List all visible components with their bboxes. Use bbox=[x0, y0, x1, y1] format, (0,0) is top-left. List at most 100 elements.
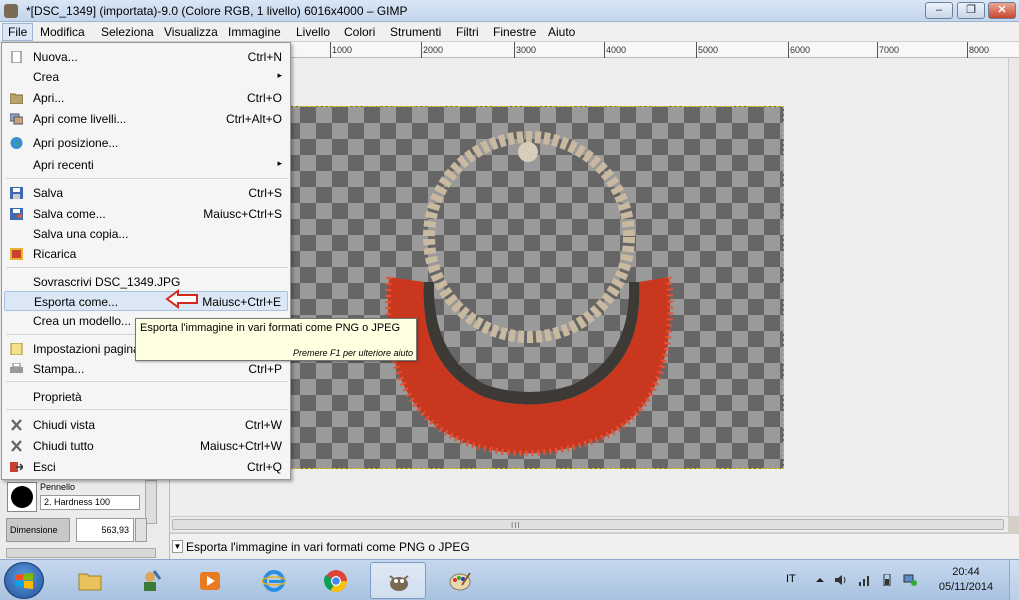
submenu-arrow-icon: ▸ bbox=[277, 70, 282, 80]
taskbar-gimp-button[interactable] bbox=[370, 562, 426, 599]
hscroll-thumb[interactable]: III bbox=[172, 519, 1004, 530]
ruler-tick: 8000 bbox=[966, 42, 990, 58]
vertical-scrollbar[interactable] bbox=[1008, 58, 1019, 516]
menu-item-crea[interactable]: Crea ▸ bbox=[4, 67, 288, 87]
menu-visualizza[interactable]: Visualizza bbox=[164, 25, 218, 39]
taskbar-ie-button[interactable] bbox=[246, 562, 302, 599]
menu-livello[interactable]: Livello bbox=[296, 25, 330, 39]
file-menu-dropdown: Nuova... Ctrl+N Crea ▸ Apri... Ctrl+O Apri … bbox=[1, 42, 291, 480]
taskbar-app2-button[interactable] bbox=[122, 562, 178, 599]
revert-icon bbox=[10, 248, 23, 260]
menu-item-salva-come[interactable]: Salva come... Maiusc+Ctrl+S bbox=[4, 204, 288, 224]
user-tool-icon bbox=[144, 570, 162, 591]
status-dropdown-icon[interactable]: ▼ bbox=[172, 540, 183, 553]
dock-next-slider[interactable] bbox=[6, 548, 156, 558]
page-setup-icon bbox=[10, 343, 23, 355]
tooltip-text: Esporta l'immagine in vari formati come … bbox=[140, 322, 401, 334]
menu-item-apri-come-livelli[interactable]: Apri come livelli... Ctrl+Alt+O bbox=[4, 109, 288, 129]
menu-filtri[interactable]: Filtri bbox=[456, 25, 479, 39]
menu-bar: File Modifica Seleziona Visualizza Immag… bbox=[0, 22, 1019, 42]
brush-name-field[interactable]: 2. Hardness 100 bbox=[40, 495, 140, 510]
menu-item-proprieta[interactable]: Proprietà bbox=[4, 387, 288, 407]
horizontal-scrollbar[interactable]: III bbox=[170, 516, 1008, 532]
menu-item-salva[interactable]: Salva Ctrl+S bbox=[4, 183, 288, 203]
tooltip: Esporta l'immagine in vari formati come … bbox=[135, 318, 417, 361]
menu-separator bbox=[6, 178, 288, 179]
chrome-icon bbox=[324, 570, 347, 592]
windows-logo-icon bbox=[16, 573, 33, 589]
menu-item-salva-copia[interactable]: Salva una copia... bbox=[4, 224, 288, 244]
close-x-icon bbox=[11, 419, 22, 431]
ruler-tick: 7000 bbox=[876, 42, 900, 58]
maximize-button[interactable]: ❐ bbox=[957, 2, 985, 19]
taskbar-explorer-button[interactable] bbox=[62, 562, 118, 599]
menu-item-stampa[interactable]: Stampa... Ctrl+P bbox=[4, 359, 288, 379]
open-folder-icon bbox=[10, 93, 23, 104]
menu-item-sovrascrivi[interactable]: Sovrascrivi DSC_1349.JPG bbox=[4, 272, 288, 292]
quit-icon bbox=[10, 462, 23, 472]
menu-item-apri[interactable]: Apri... Ctrl+O bbox=[4, 88, 288, 108]
menu-separator bbox=[6, 409, 288, 410]
minimize-button[interactable]: – bbox=[925, 2, 953, 19]
gimp-app-icon bbox=[4, 4, 18, 18]
taskbar-media-button[interactable] bbox=[182, 562, 238, 599]
new-file-icon bbox=[11, 51, 22, 63]
menu-item-esporta-come[interactable]: Esporta come... Maiusc+Ctrl+E bbox=[4, 291, 288, 311]
menu-separator bbox=[6, 381, 288, 382]
status-bar: ▼ Esporta l'immagine in vari formati com… bbox=[170, 533, 1019, 559]
horizontal-ruler: 1000 2000 3000 4000 5000 6000 7000 8000 bbox=[170, 42, 1019, 58]
clock-time: 20:44 bbox=[952, 566, 980, 578]
taskbar-chrome-button[interactable] bbox=[308, 562, 364, 599]
menu-separator bbox=[6, 267, 288, 268]
menu-item-esci[interactable]: Esci Ctrl+Q bbox=[4, 457, 288, 477]
save-icon bbox=[10, 187, 23, 199]
submenu-arrow-icon: ▸ bbox=[277, 158, 282, 168]
taskbar-paint-button[interactable] bbox=[432, 562, 488, 599]
gimp-icon bbox=[389, 575, 409, 591]
window-title: *[DSC_1349] (importata)-9.0 (Colore RGB,… bbox=[26, 4, 408, 18]
close-button[interactable]: ✕ bbox=[988, 2, 1016, 19]
print-icon bbox=[10, 363, 23, 373]
layers-icon bbox=[10, 113, 23, 125]
ruler-tick: 5000 bbox=[695, 42, 719, 58]
language-indicator[interactable]: IT bbox=[786, 573, 796, 585]
start-button[interactable] bbox=[4, 562, 44, 599]
menu-seleziona[interactable]: Seleziona bbox=[101, 25, 154, 39]
menu-item-apri-recenti[interactable]: Apri recenti ▸ bbox=[4, 155, 288, 175]
close-x-icon bbox=[11, 440, 22, 452]
save-as-icon bbox=[10, 208, 23, 220]
brush-label: Pennello bbox=[40, 482, 76, 492]
ruler-tick: 4000 bbox=[603, 42, 627, 58]
menu-item-apri-posizione[interactable]: Apri posizione... bbox=[4, 133, 288, 153]
volume-icon[interactable] bbox=[834, 574, 848, 586]
image-layer[interactable] bbox=[283, 106, 784, 469]
globe-icon bbox=[10, 137, 23, 149]
menu-finestre[interactable]: Finestre bbox=[493, 25, 536, 39]
menu-item-ricarica[interactable]: Ricarica bbox=[4, 244, 288, 264]
menu-immagine[interactable]: Immagine bbox=[228, 25, 281, 39]
size-value-input[interactable]: 563,93 bbox=[76, 518, 134, 542]
battery-icon[interactable] bbox=[880, 574, 894, 586]
menu-file[interactable]: File bbox=[2, 23, 34, 41]
folder-icon bbox=[78, 573, 102, 591]
menu-colori[interactable]: Colori bbox=[344, 25, 375, 39]
clock-date: 05/11/2014 bbox=[938, 581, 994, 593]
taskbar: IT 20:44 05/11/2014 bbox=[0, 559, 1019, 600]
menu-strumenti[interactable]: Strumenti bbox=[390, 25, 441, 39]
menu-modifica[interactable]: Modifica bbox=[40, 25, 85, 39]
signal-icon[interactable] bbox=[858, 574, 872, 586]
internet-explorer-icon bbox=[262, 570, 286, 592]
menu-aiuto[interactable]: Aiuto bbox=[548, 25, 575, 39]
size-spinner[interactable] bbox=[135, 518, 147, 542]
menu-item-nuova[interactable]: Nuova... Ctrl+N bbox=[4, 47, 288, 67]
menu-item-chiudi-tutto[interactable]: Chiudi tutto Maiusc+Ctrl+W bbox=[4, 436, 288, 456]
brush-preview[interactable] bbox=[7, 482, 37, 512]
clock[interactable]: 20:44 05/11/2014 bbox=[936, 565, 996, 595]
menu-item-chiudi-vista[interactable]: Chiudi vista Ctrl+W bbox=[4, 415, 288, 435]
ruler-tick: 2000 bbox=[420, 42, 444, 58]
tray-expand-icon[interactable] bbox=[813, 574, 827, 586]
ruler-tick: 3000 bbox=[513, 42, 537, 58]
show-desktop-button[interactable] bbox=[1009, 560, 1019, 600]
network-icon[interactable] bbox=[903, 574, 917, 586]
necklace-image bbox=[385, 131, 674, 457]
